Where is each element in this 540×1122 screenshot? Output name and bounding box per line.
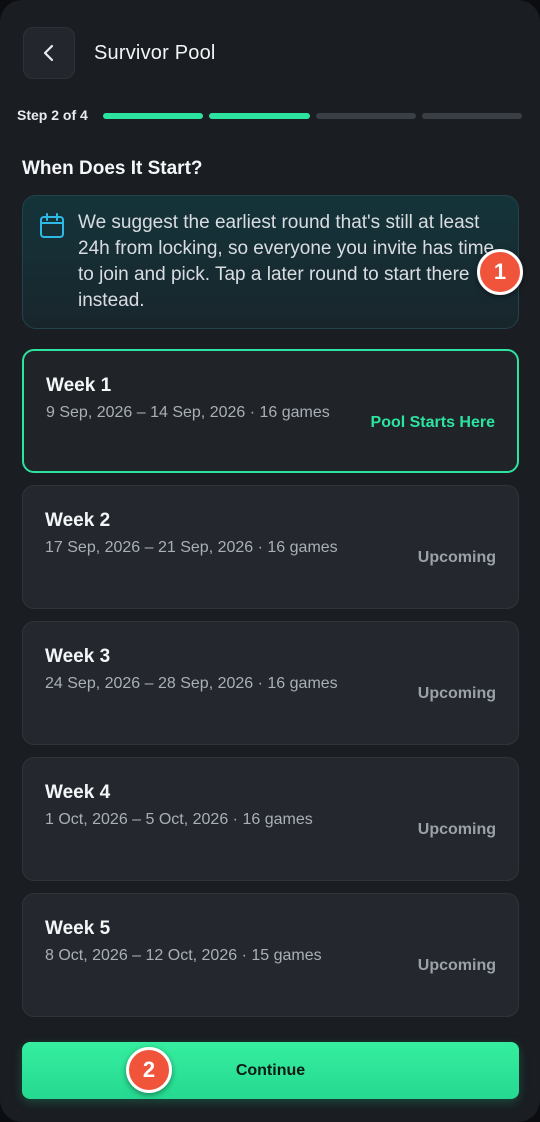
week-card[interactable]: Week 5 8 Oct, 2026 – 12 Oct, 2026 · 15 ga… (22, 893, 519, 1017)
week-name: Week 5 (45, 918, 111, 939)
week-name: Week 2 (45, 510, 111, 531)
section-title: When Does It Start? (22, 158, 203, 179)
week-name: Week 4 (45, 782, 111, 803)
week-status: Pool Starts Here (370, 414, 495, 431)
week-name: Week 1 (46, 375, 112, 396)
page-title: Survivor Pool (94, 42, 216, 64)
progress-segment (421, 113, 522, 119)
week-dates: 8 Oct, 2026 – 12 Oct, 2026 · 15 games (45, 947, 322, 964)
week-dates: 24 Sep, 2026 – 28 Sep, 2026 · 16 games (45, 675, 338, 692)
back-button[interactable] (23, 27, 75, 79)
calendar-icon (39, 212, 65, 245)
week-dates: 17 Sep, 2026 – 21 Sep, 2026 · 16 games (45, 539, 338, 556)
annotation-badge-1: 1 (477, 249, 523, 295)
week-dates: 9 Sep, 2026 – 14 Sep, 2026 · 16 games (46, 404, 330, 421)
week-status: Upcoming (417, 685, 496, 702)
week-card[interactable]: Week 4 1 Oct, 2026 – 5 Oct, 2026 · 16 gam… (22, 757, 519, 881)
continue-label: Continue (235, 1061, 306, 1079)
week-status: Upcoming (417, 821, 496, 838)
progress-segment (103, 113, 204, 119)
info-text: We suggest the earliest round that's sti… (78, 212, 495, 311)
week-status: Upcoming (417, 549, 496, 566)
week-card[interactable]: Week 3 24 Sep, 2026 – 28 Sep, 2026 · 16 g… (22, 621, 519, 745)
info-callout: We suggest the earliest round that's sti… (22, 195, 519, 329)
annotation-badge-2: 2 (126, 1047, 172, 1093)
week-status: Upcoming (417, 957, 496, 974)
progress-segment (209, 113, 310, 119)
step-progress-bar (103, 113, 522, 119)
week-card[interactable]: Week 2 17 Sep, 2026 – 21 Sep, 2026 · 16 g… (22, 485, 519, 609)
week-dates: 1 Oct, 2026 – 5 Oct, 2026 · 16 games (45, 811, 313, 828)
week-name: Week 3 (45, 646, 111, 667)
step-indicator-label: Step 2 of 4 (17, 107, 88, 123)
week-card[interactable]: Week 1 9 Sep, 2026 – 14 Sep, 2026 · 16 ga… (22, 349, 519, 473)
progress-segment (315, 113, 416, 119)
screen: Survivor Pool Step 2 of 4 When Does It S… (0, 0, 540, 1122)
continue-button[interactable]: Continue (22, 1042, 519, 1099)
chevron-left-icon (43, 44, 54, 62)
